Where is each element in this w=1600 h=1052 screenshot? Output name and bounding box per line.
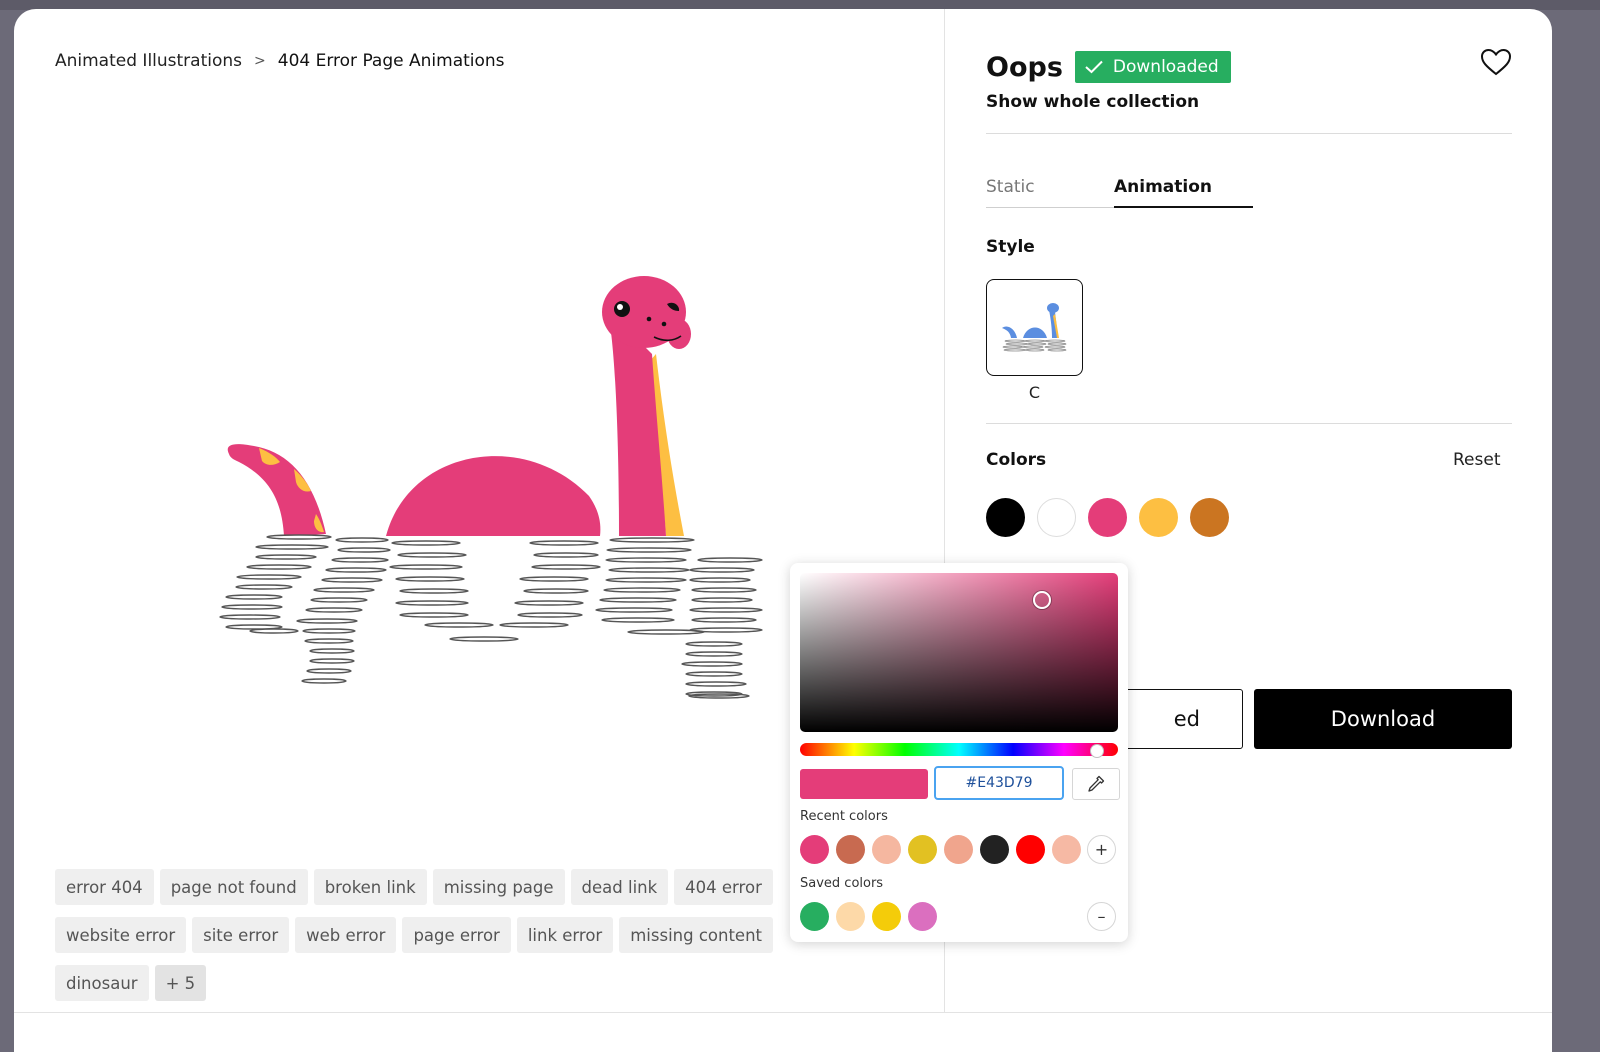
saved-color[interactable] xyxy=(836,902,865,931)
tag[interactable]: dinosaur xyxy=(55,965,149,1001)
tag[interactable]: error 404 xyxy=(55,869,154,905)
saved-color[interactable] xyxy=(908,902,937,931)
color-preview xyxy=(800,769,928,799)
saved-colors-row xyxy=(800,902,937,931)
tag-row: website error site error web error page … xyxy=(55,917,875,953)
title-row: Oops Downloaded xyxy=(986,51,1231,83)
tab-animation[interactable]: Animation xyxy=(1114,175,1253,208)
footer-divider xyxy=(14,1012,1552,1013)
breadcrumb-parent-link[interactable]: Animated Illustrations xyxy=(55,51,242,71)
color-swatch[interactable] xyxy=(1139,498,1178,537)
tag[interactable]: dead link xyxy=(570,869,669,905)
hue-handle[interactable] xyxy=(1090,744,1104,758)
add-saved-color-button[interactable]: + xyxy=(1087,835,1116,864)
recent-color[interactable] xyxy=(836,835,865,864)
breadcrumb: Animated Illustrations > 404 Error Page … xyxy=(55,51,505,71)
color-swatches xyxy=(986,498,1229,537)
illustration-title: Oops xyxy=(986,51,1063,83)
tag[interactable]: site error xyxy=(192,917,290,953)
style-heading: Style xyxy=(986,237,1035,257)
secondary-action-label: ed xyxy=(1173,707,1200,731)
style-option-c[interactable] xyxy=(986,279,1083,376)
tag-row: dinosaur + 5 xyxy=(55,965,875,1001)
recent-color[interactable] xyxy=(980,835,1009,864)
body-hump xyxy=(386,456,601,536)
hue-slider[interactable] xyxy=(800,743,1118,756)
tag[interactable]: link error xyxy=(516,917,614,953)
tag[interactable]: 404 error xyxy=(674,869,773,905)
hex-input[interactable] xyxy=(934,766,1064,800)
reset-colors-button[interactable]: Reset xyxy=(1453,450,1501,470)
divider xyxy=(986,423,1512,424)
tag-list: error 404 page not found broken link mis… xyxy=(55,869,875,1013)
recent-color[interactable] xyxy=(1016,835,1045,864)
tag[interactable]: web error xyxy=(295,917,397,953)
recent-color[interactable] xyxy=(944,835,973,864)
water-ripples xyxy=(219,534,763,699)
tag[interactable]: broken link xyxy=(313,869,427,905)
style-thumbnail xyxy=(1002,303,1067,352)
saved-color[interactable] xyxy=(872,902,901,931)
color-swatch[interactable] xyxy=(1190,498,1229,537)
recent-color[interactable] xyxy=(800,835,829,864)
neck-and-head xyxy=(602,276,691,536)
recent-colors-label: Recent colors xyxy=(800,809,888,824)
more-tags-button[interactable]: + 5 xyxy=(154,965,207,1001)
recent-color[interactable] xyxy=(1052,835,1081,864)
illustration-modal: Animated Illustrations > 404 Error Page … xyxy=(14,9,1552,1052)
color-swatch[interactable] xyxy=(986,498,1025,537)
tag[interactable]: missing page xyxy=(432,869,565,905)
view-tabs: Static Animation xyxy=(986,175,1253,208)
tail xyxy=(227,444,326,536)
downloaded-badge: Downloaded xyxy=(1074,51,1231,83)
style-option-label: C xyxy=(1028,383,1041,402)
color-swatch[interactable] xyxy=(1037,498,1076,537)
show-collection-link[interactable]: Show whole collection xyxy=(986,92,1199,112)
recent-color[interactable] xyxy=(872,835,901,864)
saved-colors-label: Saved colors xyxy=(800,876,884,891)
breadcrumb-current[interactable]: 404 Error Page Animations xyxy=(278,51,505,71)
remove-saved-color-button[interactable]: – xyxy=(1087,902,1116,931)
breadcrumb-separator: > xyxy=(254,53,266,69)
tag[interactable]: page not found xyxy=(159,869,308,905)
saved-color[interactable] xyxy=(800,902,829,931)
eyedropper-icon xyxy=(1088,775,1105,792)
colors-heading: Colors xyxy=(986,450,1047,470)
heart-icon[interactable] xyxy=(1480,47,1512,77)
divider xyxy=(986,133,1512,134)
tag[interactable]: website error xyxy=(55,917,187,953)
sv-handle[interactable] xyxy=(1033,591,1051,609)
color-picker-popup: Recent colors + Saved colors – xyxy=(790,563,1128,942)
check-icon xyxy=(1085,60,1103,74)
download-button[interactable]: Download xyxy=(1254,689,1512,749)
dinosaur-illustration xyxy=(219,276,763,699)
tab-static[interactable]: Static xyxy=(986,175,1114,207)
color-swatch[interactable] xyxy=(1088,498,1127,537)
recent-color[interactable] xyxy=(908,835,937,864)
tag[interactable]: missing content xyxy=(619,917,774,953)
saturation-value-area[interactable] xyxy=(800,573,1118,732)
eyedropper-button[interactable] xyxy=(1072,768,1120,800)
recent-colors-row xyxy=(800,835,1081,864)
tag-row: error 404 page not found broken link mis… xyxy=(55,869,875,905)
tag[interactable]: page error xyxy=(402,917,511,953)
badge-label: Downloaded xyxy=(1112,57,1219,77)
